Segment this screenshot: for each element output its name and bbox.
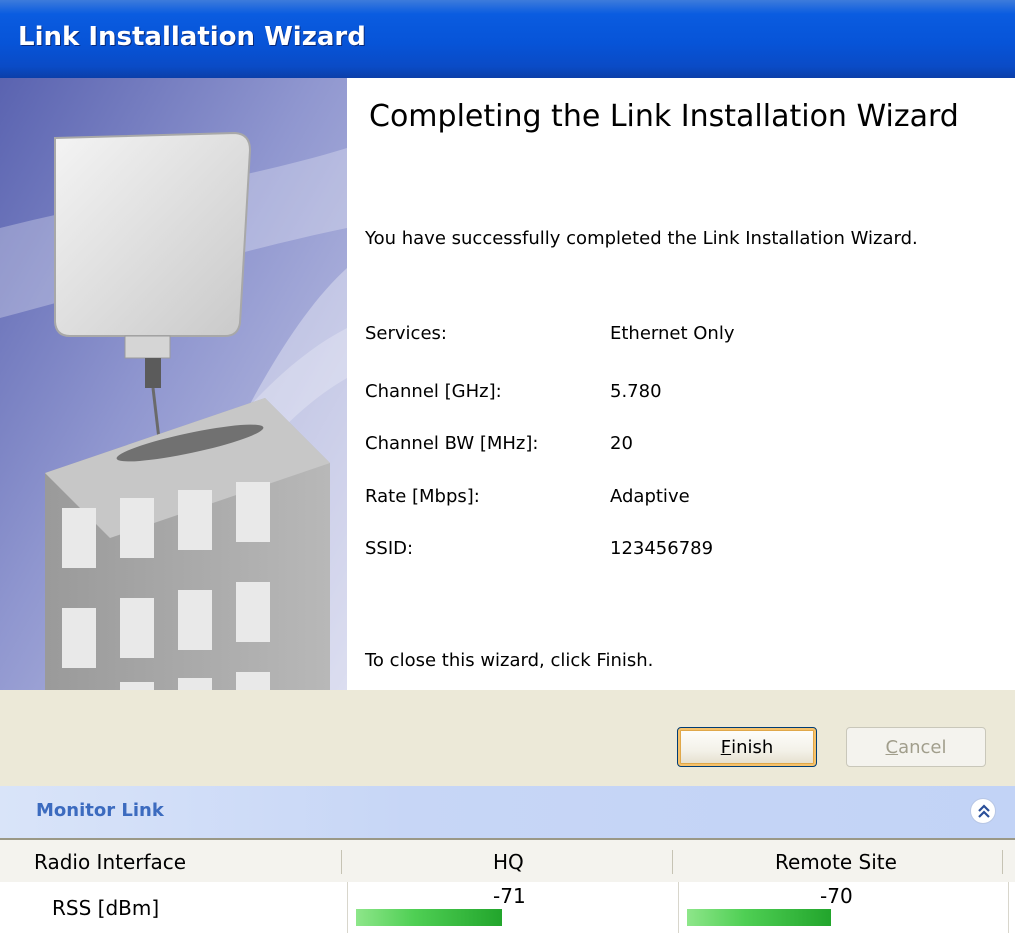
antenna-building-illustration — [0, 78, 347, 690]
column-divider[interactable] — [672, 850, 673, 874]
summary-label: Channel BW [MHz]: — [365, 433, 539, 454]
rss-hq-bar — [356, 909, 502, 926]
cell-divider — [678, 882, 679, 933]
column-header-hq[interactable]: HQ — [493, 850, 524, 874]
finish-accel-key: F — [720, 736, 732, 758]
wizard-illustration — [0, 78, 347, 690]
summary-label: Channel [GHz]: — [365, 381, 502, 402]
button-bar: Finish Cancel — [0, 690, 1015, 786]
summary-value: 20 — [610, 433, 633, 454]
cell-divider — [347, 882, 348, 933]
wizard-heading: Completing the Link Installation Wizard — [369, 99, 959, 134]
column-header-radio-interface[interactable]: Radio Interface — [34, 850, 186, 874]
rss-remote-value: -70 — [820, 884, 853, 908]
table-row-rss: RSS [dBm] -71 -70 — [0, 882, 1015, 933]
wizard-closing-text: To close this wizard, click Finish. — [365, 650, 654, 671]
monitor-link-header: Monitor Link — [0, 786, 1015, 838]
window-title: Link Installation Wizard — [18, 22, 366, 52]
summary-value: 5.780 — [610, 381, 662, 402]
row-label-rss: RSS [dBm] — [52, 896, 160, 920]
summary-row-services: Services: Ethernet Only — [365, 323, 985, 353]
finish-button[interactable]: Finish — [677, 727, 817, 767]
cancel-button[interactable]: Cancel — [846, 727, 986, 767]
cell-divider — [1008, 882, 1009, 933]
summary-value: Ethernet Only — [610, 323, 735, 344]
monitor-table-header: Radio Interface HQ Remote Site — [0, 838, 1015, 882]
summary-row-ssid: SSID: 123456789 — [365, 538, 985, 568]
cancel-accel-key: C — [885, 736, 899, 758]
column-header-remote-site[interactable]: Remote Site — [775, 850, 897, 874]
summary-value: 123456789 — [610, 538, 714, 559]
collapse-button[interactable] — [970, 798, 996, 824]
column-divider[interactable] — [1002, 850, 1003, 874]
summary-row-channel-bw: Channel BW [MHz]: 20 — [365, 433, 985, 463]
wizard-window: Link Installation Wizard Completing the … — [0, 0, 1015, 933]
monitor-link-title: Monitor Link — [36, 800, 164, 821]
summary-label: Services: — [365, 323, 447, 344]
finish-label: inish — [731, 736, 774, 758]
wizard-intro-text: You have successfully completed the Link… — [365, 228, 918, 249]
cancel-label: ancel — [898, 736, 947, 758]
rss-remote-bar — [687, 909, 831, 926]
summary-value: Adaptive — [610, 486, 690, 507]
title-bar[interactable]: Link Installation Wizard — [0, 0, 1015, 78]
wizard-content: Completing the Link Installation Wizard … — [347, 78, 1015, 690]
summary-row-rate: Rate [Mbps]: Adaptive — [365, 486, 985, 516]
summary-label: SSID: — [365, 538, 414, 559]
summary-label: Rate [Mbps]: — [365, 486, 480, 507]
rss-hq-value: -71 — [493, 884, 526, 908]
column-divider[interactable] — [341, 850, 342, 874]
double-chevron-up-icon — [978, 804, 990, 818]
summary-row-channel: Channel [GHz]: 5.780 — [365, 381, 985, 411]
